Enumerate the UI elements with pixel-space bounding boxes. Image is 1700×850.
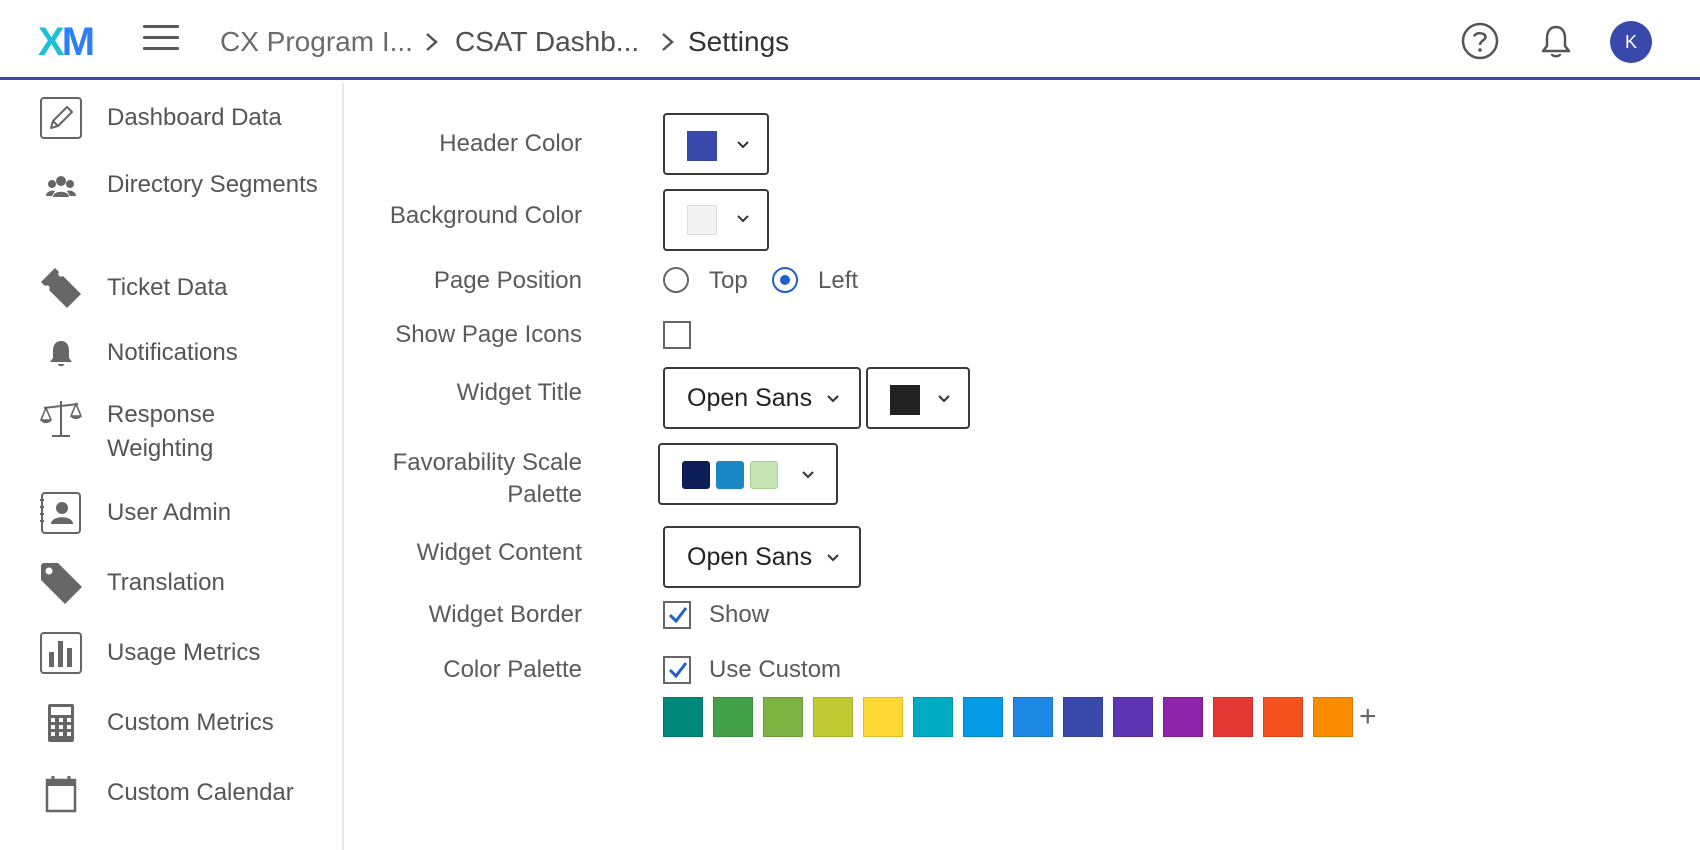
avatar[interactable]: K bbox=[1610, 21, 1652, 63]
palette-color-swatch[interactable] bbox=[663, 697, 703, 737]
favorability-palette-picker[interactable] bbox=[658, 443, 838, 505]
sidebar-item-custom-calendar[interactable]: Custom Calendar bbox=[0, 768, 342, 818]
chevron-down-icon bbox=[938, 395, 950, 403]
chevron-down-icon bbox=[737, 141, 749, 149]
sidebar-item-notifications[interactable]: Notifications bbox=[0, 328, 342, 378]
breadcrumb-settings: Settings bbox=[688, 26, 790, 57]
bar-chart-icon bbox=[38, 630, 84, 676]
palette-color-swatch[interactable] bbox=[1213, 697, 1253, 737]
chevron-down-icon bbox=[827, 395, 839, 403]
favorability-color-swatch bbox=[682, 461, 710, 489]
background-color-label: Background Color bbox=[389, 202, 582, 229]
chevron-right-icon bbox=[656, 28, 680, 56]
ticket-icon bbox=[38, 265, 84, 311]
palette-color-swatch[interactable] bbox=[1313, 697, 1353, 737]
sidebar-item-dashboard-data[interactable]: Dashboard Data bbox=[0, 93, 342, 143]
sidebar: Dashboard Data Directory Segments Ticket… bbox=[0, 83, 344, 850]
show-page-icons-checkbox[interactable] bbox=[663, 321, 691, 349]
widget-content-label: Widget Content bbox=[416, 539, 582, 566]
breadcrumb-dashboard[interactable]: CSAT Dashb... bbox=[455, 22, 639, 62]
color-palette-label: Color Palette bbox=[443, 656, 582, 683]
widget-title-font-value: Open Sans bbox=[687, 384, 813, 412]
widget-title-color-swatch bbox=[890, 385, 920, 415]
favorability-color-swatch bbox=[750, 461, 778, 489]
widget-border-show-label: Show bbox=[709, 601, 770, 628]
palette-color-swatch[interactable] bbox=[863, 697, 903, 737]
checkmark-icon bbox=[668, 607, 688, 624]
favorability-palette-label-line1: Favorability Scale bbox=[392, 449, 582, 476]
sidebar-item-user-admin[interactable]: User Admin bbox=[0, 488, 342, 538]
favorability-palette-label-line2: Palette bbox=[507, 481, 582, 508]
palette-color-swatch[interactable] bbox=[1063, 697, 1103, 737]
chevron-down-icon bbox=[827, 554, 839, 562]
show-page-icons-label: Show Page Icons bbox=[395, 321, 582, 348]
page-position-left-radio[interactable] bbox=[772, 267, 798, 293]
breadcrumb-program[interactable]: CX Program I... bbox=[220, 22, 413, 62]
tag-icon bbox=[38, 560, 84, 606]
sidebar-item-ticket-data[interactable]: Ticket Data bbox=[0, 263, 342, 313]
palette-color-swatch[interactable] bbox=[1263, 697, 1303, 737]
xm-logo[interactable]: XM bbox=[38, 22, 95, 62]
pencil-icon bbox=[38, 95, 84, 141]
use-custom-palette-checkbox[interactable] bbox=[663, 656, 691, 684]
header-color-swatch bbox=[687, 131, 717, 161]
page-position-top-label: Top bbox=[709, 267, 748, 294]
sidebar-item-custom-metrics[interactable]: Custom Metrics bbox=[0, 698, 342, 748]
top-bar: XM CX Program I... CSAT Dashb... Setting… bbox=[0, 0, 1700, 80]
palette-color-swatch[interactable] bbox=[813, 697, 853, 737]
widget-title-label: Widget Title bbox=[456, 379, 582, 406]
calculator-icon bbox=[38, 700, 84, 746]
background-color-swatch bbox=[687, 205, 717, 235]
sidebar-item-directory-segments[interactable]: Directory Segments bbox=[0, 168, 342, 238]
use-custom-label: Use Custom bbox=[709, 656, 842, 683]
add-color-button[interactable]: + bbox=[1359, 697, 1377, 737]
palette-color-swatch[interactable] bbox=[1013, 697, 1053, 737]
calendar-icon bbox=[38, 770, 84, 816]
page-position-left-label: Left bbox=[818, 267, 859, 294]
widget-title-color-picker[interactable] bbox=[866, 367, 970, 429]
chevron-right-icon bbox=[420, 28, 444, 56]
notification-bell-icon[interactable] bbox=[1536, 21, 1576, 61]
widget-title-font-select[interactable]: Open Sans bbox=[663, 367, 861, 429]
background-color-picker[interactable] bbox=[663, 189, 769, 251]
palette-color-swatch[interactable] bbox=[913, 697, 953, 737]
bell-icon bbox=[38, 330, 84, 376]
header-color-label: Header Color bbox=[439, 130, 582, 157]
users-icon bbox=[38, 168, 84, 214]
settings-form: Header Color Background Color Page Posit… bbox=[346, 83, 1700, 850]
widget-content-font-value: Open Sans bbox=[687, 543, 813, 571]
chevron-down-icon bbox=[737, 215, 749, 223]
user-card-icon bbox=[38, 490, 84, 536]
palette-color-swatch[interactable] bbox=[763, 697, 803, 737]
sidebar-item-translation[interactable]: Translation bbox=[0, 558, 342, 608]
palette-color-swatch[interactable] bbox=[1163, 697, 1203, 737]
page-position-label: Page Position bbox=[433, 267, 582, 294]
help-icon[interactable] bbox=[1460, 21, 1500, 61]
palette-color-swatch[interactable] bbox=[1113, 697, 1153, 737]
header-color-picker[interactable] bbox=[663, 113, 769, 175]
sidebar-item-usage-metrics[interactable]: Usage Metrics bbox=[0, 628, 342, 678]
menu-icon[interactable] bbox=[143, 25, 179, 55]
favorability-color-swatch bbox=[716, 461, 744, 489]
palette-color-swatch[interactable] bbox=[713, 697, 753, 737]
widget-content-font-select[interactable]: Open Sans bbox=[663, 526, 861, 588]
checkmark-icon bbox=[668, 662, 688, 679]
widget-border-label: Widget Border bbox=[428, 601, 582, 628]
palette-color-swatch[interactable] bbox=[963, 697, 1003, 737]
page-position-top-radio[interactable] bbox=[663, 267, 689, 293]
sidebar-item-response-weighting[interactable]: Response Weighting bbox=[0, 398, 342, 468]
widget-border-checkbox[interactable] bbox=[663, 601, 691, 629]
chevron-down-icon bbox=[802, 471, 814, 479]
scale-icon bbox=[38, 398, 84, 444]
